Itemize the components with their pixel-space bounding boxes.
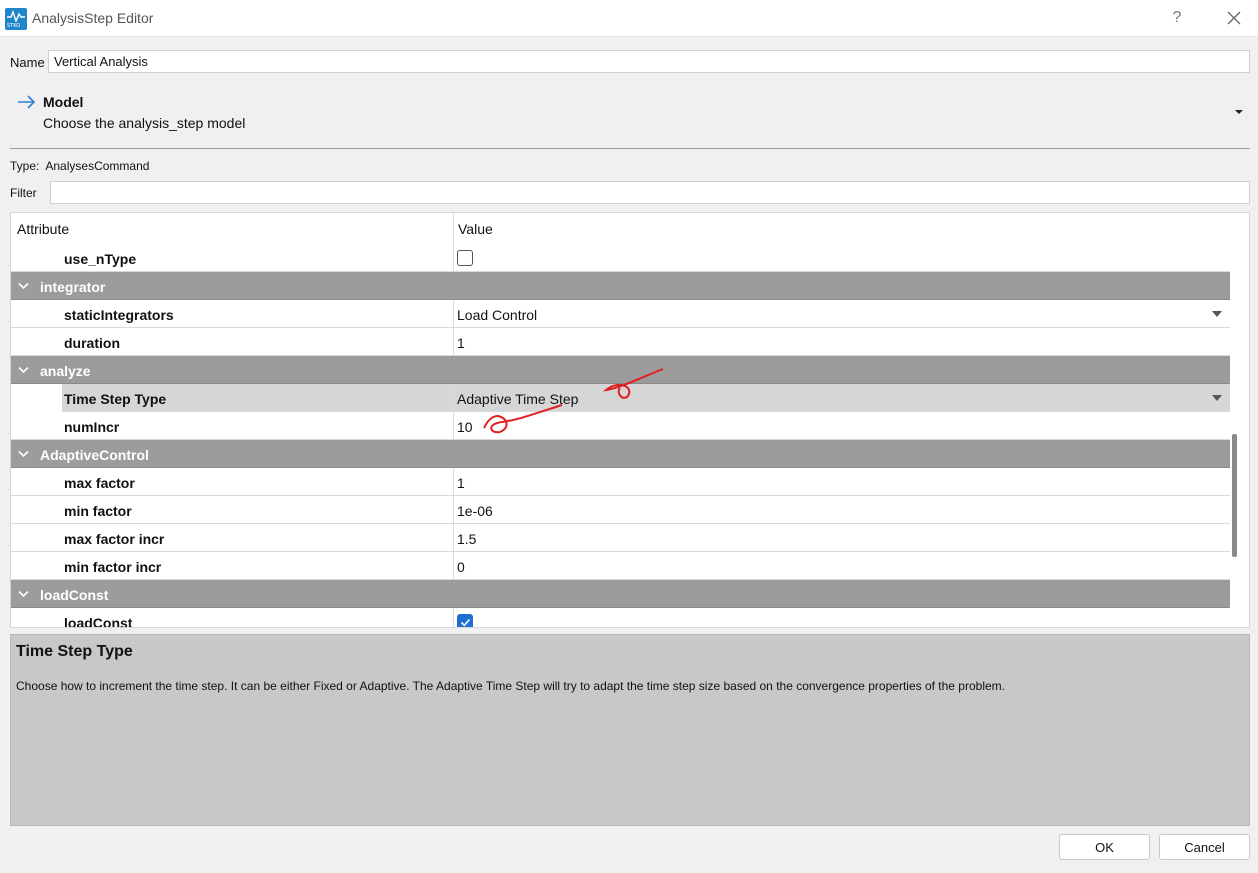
attribute-label: max factor incr [64, 531, 165, 547]
table-row[interactable]: max factor 1 [11, 468, 1230, 496]
attribute-label: loadConst [64, 615, 133, 628]
description-panel: Time Step Type Choose how to increment t… [10, 634, 1250, 826]
table-row[interactable]: use_nType [11, 244, 1230, 272]
attribute-label: numIncr [64, 419, 120, 435]
attribute-label: min factor [64, 503, 132, 519]
table-row[interactable]: min factor incr 0 [11, 552, 1230, 580]
filter-label: Filter [10, 186, 37, 200]
value-cell[interactable]: Adaptive Time Step [457, 391, 578, 407]
attribute-label: min factor incr [64, 559, 162, 575]
help-button[interactable]: ? [1166, 6, 1188, 30]
separator [10, 148, 1250, 149]
attribute-label: Time Step Type [64, 391, 167, 407]
value-cell[interactable]: Load Control [457, 307, 537, 323]
attribute-label: staticIntegrators [64, 307, 174, 323]
group-label: analyze [40, 363, 91, 379]
grid-rows: use_nType integrator staticIntegrators Load… [11, 244, 1230, 628]
name-input[interactable] [48, 50, 1250, 73]
scrollbar-thumb[interactable] [1232, 434, 1237, 557]
model-title: Model [43, 94, 84, 110]
filter-input[interactable] [50, 181, 1250, 204]
table-row[interactable]: min factor 1e-06 [11, 496, 1230, 524]
dropdown-arrow-icon[interactable] [1212, 311, 1222, 318]
value-cell[interactable]: 1e-06 [457, 503, 493, 519]
model-subtitle: Choose the analysis_step model [43, 115, 246, 131]
app-logo-icon: STKO [5, 8, 27, 30]
description-text: Choose how to increment the time step. I… [16, 679, 1005, 693]
table-row[interactable]: numIncr 10 [11, 412, 1230, 440]
check-icon [460, 618, 471, 627]
table-row[interactable]: Time Step Type Adaptive Time Step [11, 384, 1230, 412]
table-row[interactable]: duration 1 [11, 328, 1230, 356]
attribute-label: use_nType [64, 251, 137, 267]
name-label: Name [10, 55, 45, 70]
dropdown-arrow-icon[interactable] [1212, 395, 1222, 402]
chevron-down-icon[interactable] [18, 450, 29, 458]
close-icon [1227, 11, 1241, 25]
value-cell[interactable]: 10 [457, 419, 473, 435]
type-label: Type: AnalysesCommand [10, 159, 150, 173]
chevron-down-icon[interactable] [18, 590, 29, 598]
value-checkbox[interactable] [457, 250, 473, 266]
value-cell[interactable]: 1 [457, 335, 465, 351]
value-column-header[interactable]: Value [458, 221, 493, 237]
arrow-right-icon [18, 95, 36, 109]
chevron-down-icon[interactable] [18, 366, 29, 374]
table-row[interactable]: max factor incr 1.5 [11, 524, 1230, 552]
attribute-column-header[interactable]: Attribute [17, 221, 69, 237]
value-checkbox[interactable] [457, 614, 473, 627]
table-row[interactable]: staticIntegrators Load Control [11, 300, 1230, 328]
group-label: loadConst [40, 587, 109, 603]
group-row[interactable]: integrator [11, 272, 1230, 300]
group-row[interactable]: loadConst [11, 580, 1230, 608]
value-cell[interactable]: 0 [457, 559, 465, 575]
group-row[interactable]: AdaptiveControl [11, 440, 1230, 468]
table-row[interactable]: loadConst [11, 608, 1230, 628]
chevron-down-icon[interactable] [1233, 108, 1245, 116]
grid-scrollbar[interactable] [1230, 213, 1249, 627]
group-label: AdaptiveControl [40, 447, 149, 463]
type-value: AnalysesCommand [45, 159, 150, 173]
group-row[interactable]: analyze [11, 356, 1230, 384]
title-bar: STKO AnalysisStep Editor ? [0, 0, 1258, 37]
window-title: AnalysisStep Editor [32, 10, 154, 26]
app-logo-text: STKO [7, 23, 21, 29]
ok-button[interactable]: OK [1059, 834, 1150, 860]
value-cell[interactable]: 1 [457, 475, 465, 491]
attribute-label: max factor [64, 475, 135, 491]
grid-header: Attribute Value [11, 213, 1230, 244]
attribute-label: duration [64, 335, 120, 351]
cancel-button[interactable]: Cancel [1159, 834, 1250, 860]
close-button[interactable] [1222, 6, 1246, 30]
description-title: Time Step Type [16, 643, 133, 660]
value-cell[interactable]: 1.5 [457, 531, 476, 547]
group-label: integrator [40, 279, 106, 295]
property-grid: Attribute Value use_nType integrator stati… [10, 212, 1250, 628]
chevron-down-icon[interactable] [18, 282, 29, 290]
